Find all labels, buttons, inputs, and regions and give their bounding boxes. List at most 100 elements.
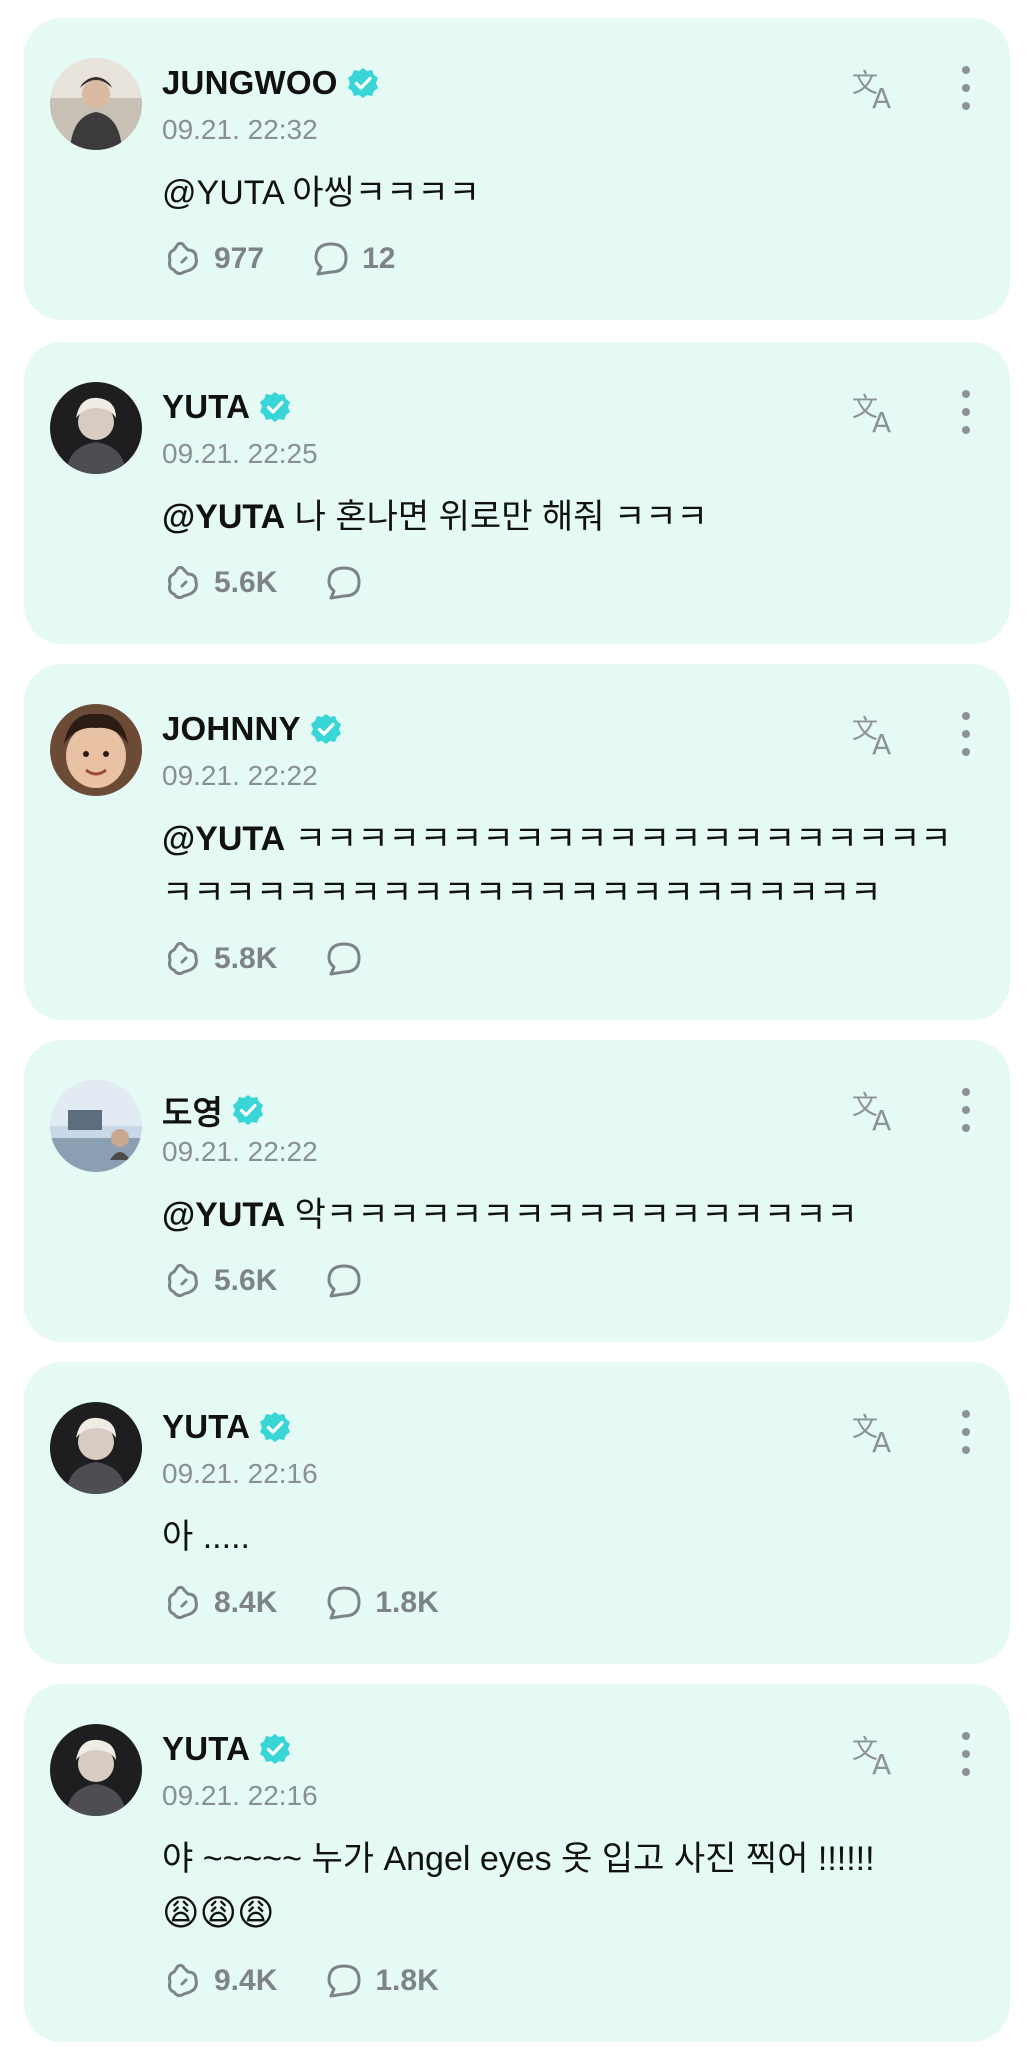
post-card[interactable]: YUTA 09.21. 22:16 文 A 야 ~~~~~ 누가 Angel e… xyxy=(24,1684,1010,2042)
translate-icon[interactable]: 文 A xyxy=(850,1730,902,1778)
avatar[interactable] xyxy=(50,58,142,150)
more-options-icon[interactable] xyxy=(956,1084,976,1136)
more-options-icon[interactable] xyxy=(956,386,976,438)
comment-icon xyxy=(314,242,348,276)
svg-text:A: A xyxy=(872,82,891,112)
comment-button[interactable] xyxy=(323,938,375,980)
post-text: 아 ..... xyxy=(162,1510,972,1564)
post-card[interactable]: 도영 09.21. 22:22 文 A @YUTA 악ㅋㅋㅋㅋㅋㅋㅋㅋㅋㅋㅋㅋㅋ… xyxy=(24,1040,1010,1342)
post-body: @YUTA 아씽ㅋㅋㅋㅋ xyxy=(162,174,480,212)
like-count: 8.4K xyxy=(214,1586,278,1619)
post-card[interactable]: JUNGWOO 09.21. 22:32 文 A @YUTA 아씽ㅋㅋㅋㅋ 97… xyxy=(24,18,1010,320)
post-text: @YUTA 아씽ㅋㅋㅋㅋ xyxy=(162,166,972,220)
comment-icon xyxy=(327,1264,361,1298)
comment-button[interactable] xyxy=(323,562,375,604)
verified-badge-icon xyxy=(347,68,378,98)
like-icon xyxy=(168,241,198,276)
like-count: 5.6K xyxy=(214,1264,278,1297)
post-body: 아 ..... xyxy=(162,1518,250,1556)
like-count: 5.6K xyxy=(214,566,278,599)
comment-button[interactable] xyxy=(323,1260,375,1302)
post-body: 야 ~~~~~ 누가 Angel eyes 옷 입고 사진 찍어 !!!!!! xyxy=(162,1840,875,1878)
svg-text:A: A xyxy=(872,1426,891,1456)
more-options-icon[interactable] xyxy=(956,708,976,760)
post-stats: 5.8K xyxy=(162,938,421,980)
author-name[interactable]: JOHNNY xyxy=(162,710,301,748)
more-options-icon[interactable] xyxy=(956,62,976,114)
author-name[interactable]: JUNGWOO xyxy=(162,64,338,102)
post-text: @YUTA 악ㅋㅋㅋㅋㅋㅋㅋㅋㅋㅋㅋㅋㅋㅋㅋㅋㅋ xyxy=(162,1188,972,1242)
author-name[interactable]: YUTA xyxy=(162,1408,250,1446)
like-count: 977 xyxy=(214,242,265,275)
avatar-yuta xyxy=(50,1402,142,1494)
svg-text:A: A xyxy=(872,406,891,436)
like-button[interactable]: 8.4K xyxy=(162,1582,277,1624)
like-button[interactable]: 977 xyxy=(162,238,264,280)
avatar[interactable] xyxy=(50,1724,142,1816)
emoji-weary-face: 😩😩😩 xyxy=(162,1892,275,1933)
comment-count: 1.8K xyxy=(375,1964,439,1997)
avatar-yuta xyxy=(50,1724,142,1816)
author-name[interactable]: YUTA xyxy=(162,1730,250,1768)
post-time: 09.21. 22:32 xyxy=(162,114,318,145)
avatar[interactable] xyxy=(50,704,142,796)
post-stats: 9.4K 1.8K xyxy=(162,1960,485,2002)
avatar[interactable] xyxy=(50,382,142,474)
like-button[interactable]: 5.6K xyxy=(162,1260,277,1302)
post-body: 나 혼나면 위로만 해줘 ㅋㅋㅋ xyxy=(285,498,708,536)
post-time: 09.21. 22:16 xyxy=(162,1458,318,1489)
avatar[interactable] xyxy=(50,1402,142,1494)
translate-icon[interactable]: 文 A xyxy=(850,710,902,758)
mention[interactable]: @YUTA xyxy=(162,498,285,536)
avatar[interactable] xyxy=(50,1080,142,1172)
verified-badge-icon xyxy=(310,714,341,744)
post-time: 09.21. 22:16 xyxy=(162,1780,318,1811)
post-feed: JUNGWOO 09.21. 22:32 文 A @YUTA 아씽ㅋㅋㅋㅋ 97… xyxy=(0,0,1036,2047)
translate-icon[interactable]: 文 A xyxy=(850,1086,902,1134)
comment-button[interactable]: 1.8K xyxy=(323,1960,439,2002)
comment-count: 1.8K xyxy=(375,1586,439,1619)
like-icon xyxy=(168,1963,198,1998)
post-card[interactable]: JOHNNY 09.21. 22:22 文 A @YUTA ㅋㅋㅋㅋㅋㅋㅋㅋㅋㅋ… xyxy=(24,664,1010,1020)
verified-badge-icon xyxy=(260,392,291,422)
like-icon xyxy=(168,565,198,600)
author-name[interactable]: 도영 xyxy=(162,1086,223,1134)
avatar-johnny xyxy=(50,704,142,796)
more-options-icon[interactable] xyxy=(956,1406,976,1458)
mention[interactable]: @YUTA xyxy=(162,1196,285,1234)
post-time: 09.21. 22:22 xyxy=(162,760,318,791)
post-stats: 977 12 xyxy=(162,238,441,280)
verified-badge-icon xyxy=(233,1095,264,1125)
comment-icon xyxy=(327,566,361,600)
author-name[interactable]: YUTA xyxy=(162,388,250,426)
post-card[interactable]: YUTA 09.21. 22:25 文 A @YUTA 나 혼나면 위로만 해줘… xyxy=(24,342,1010,644)
like-button[interactable]: 5.8K xyxy=(162,938,277,980)
comment-button[interactable]: 1.8K xyxy=(323,1582,439,1624)
like-icon xyxy=(168,1263,198,1298)
like-count: 5.8K xyxy=(214,942,278,975)
verified-badge-icon xyxy=(260,1412,291,1442)
like-icon xyxy=(168,1585,198,1620)
post-card[interactable]: YUTA 09.21. 22:16 文 A 아 ..... 8.4K 1.8K xyxy=(24,1362,1010,1664)
post-stats: 8.4K 1.8K xyxy=(162,1582,485,1624)
comment-count: 12 xyxy=(362,242,396,275)
svg-text:A: A xyxy=(872,1748,891,1778)
translate-icon[interactable]: 文 A xyxy=(850,1408,902,1456)
post-time: 09.21. 22:22 xyxy=(162,1136,318,1167)
translate-icon[interactable]: 文 A xyxy=(850,388,902,436)
mention[interactable]: @YUTA xyxy=(162,820,285,858)
like-button[interactable]: 9.4K xyxy=(162,1960,277,2002)
post-text: @YUTA 나 혼나면 위로만 해줘 ㅋㅋㅋ xyxy=(162,490,972,544)
more-options-icon[interactable] xyxy=(956,1728,976,1780)
post-time: 09.21. 22:25 xyxy=(162,438,318,469)
avatar-jungwoo xyxy=(50,58,142,150)
post-body: 악ㅋㅋㅋㅋㅋㅋㅋㅋㅋㅋㅋㅋㅋㅋㅋㅋㅋ xyxy=(285,1196,858,1234)
comment-button[interactable]: 12 xyxy=(310,238,395,280)
post-text: 야 ~~~~~ 누가 Angel eyes 옷 입고 사진 찍어 !!!!!! … xyxy=(162,1832,972,1941)
like-button[interactable]: 5.6K xyxy=(162,562,277,604)
comment-icon xyxy=(327,942,361,976)
translate-icon[interactable]: 文 A xyxy=(850,64,902,112)
like-count: 9.4K xyxy=(214,1964,278,1997)
post-stats: 5.6K xyxy=(162,1260,421,1302)
post-stats: 5.6K xyxy=(162,562,421,604)
